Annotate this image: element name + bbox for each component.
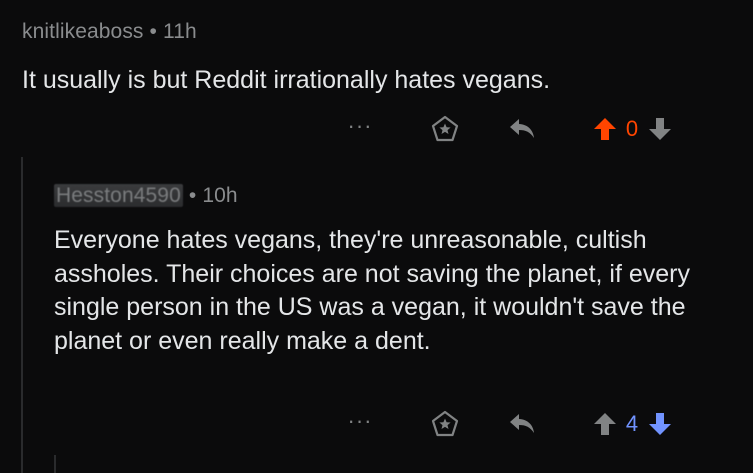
reply-icon — [510, 119, 534, 138]
more-options-icon: ··· — [347, 408, 373, 433]
downvote-arrow-icon — [649, 118, 671, 140]
reply-comment-actions: ··· 4 — [340, 407, 720, 441]
vote-score: 4 — [625, 411, 639, 436]
upvote-arrow-icon — [594, 413, 616, 435]
parent-comment: knitlikeaboss • 11h It usually is but Redd… — [22, 16, 732, 97]
more-options-button[interactable]: ··· — [345, 407, 375, 441]
comment-meta: Hesston4590 • 10h — [54, 180, 734, 212]
comment-age: 11h — [162, 20, 197, 43]
vote-score: 0 — [625, 116, 639, 141]
downvote-arrow-icon — [649, 413, 671, 435]
reply-button[interactable] — [505, 407, 539, 441]
comment-body: It usually is but Reddit irrationally ha… — [22, 66, 551, 94]
child-thread-line[interactable] — [54, 455, 56, 473]
meta-separator: • — [188, 184, 197, 207]
thread-line[interactable] — [21, 157, 23, 473]
reply-comment: Hesston4590 • 10h Everyone hates vegans, t… — [54, 180, 734, 358]
comment-body: Everyone hates vegans, they're unreasona… — [54, 226, 690, 355]
comment-age: 10h — [202, 184, 238, 207]
more-options-icon: ··· — [347, 113, 373, 138]
meta-separator: • — [149, 20, 157, 43]
upvote-arrow-icon — [594, 118, 616, 140]
more-options-button[interactable]: ··· — [345, 112, 375, 146]
reply-button[interactable] — [505, 112, 539, 146]
reply-icon — [510, 414, 534, 433]
award-button[interactable] — [428, 112, 462, 146]
upvote-button[interactable] — [590, 112, 620, 146]
upvote-button[interactable] — [590, 407, 620, 441]
author-username[interactable]: Hesston4590 — [54, 184, 183, 207]
award-icon — [431, 115, 459, 142]
parent-comment-actions: ··· 0 — [340, 112, 720, 146]
comment-meta: knitlikeaboss • 11h — [22, 16, 732, 48]
downvote-button[interactable] — [645, 407, 675, 441]
award-icon — [431, 410, 459, 437]
downvote-button[interactable] — [645, 112, 675, 146]
award-button[interactable] — [428, 407, 462, 441]
author-username[interactable]: knitlikeaboss — [22, 20, 144, 43]
